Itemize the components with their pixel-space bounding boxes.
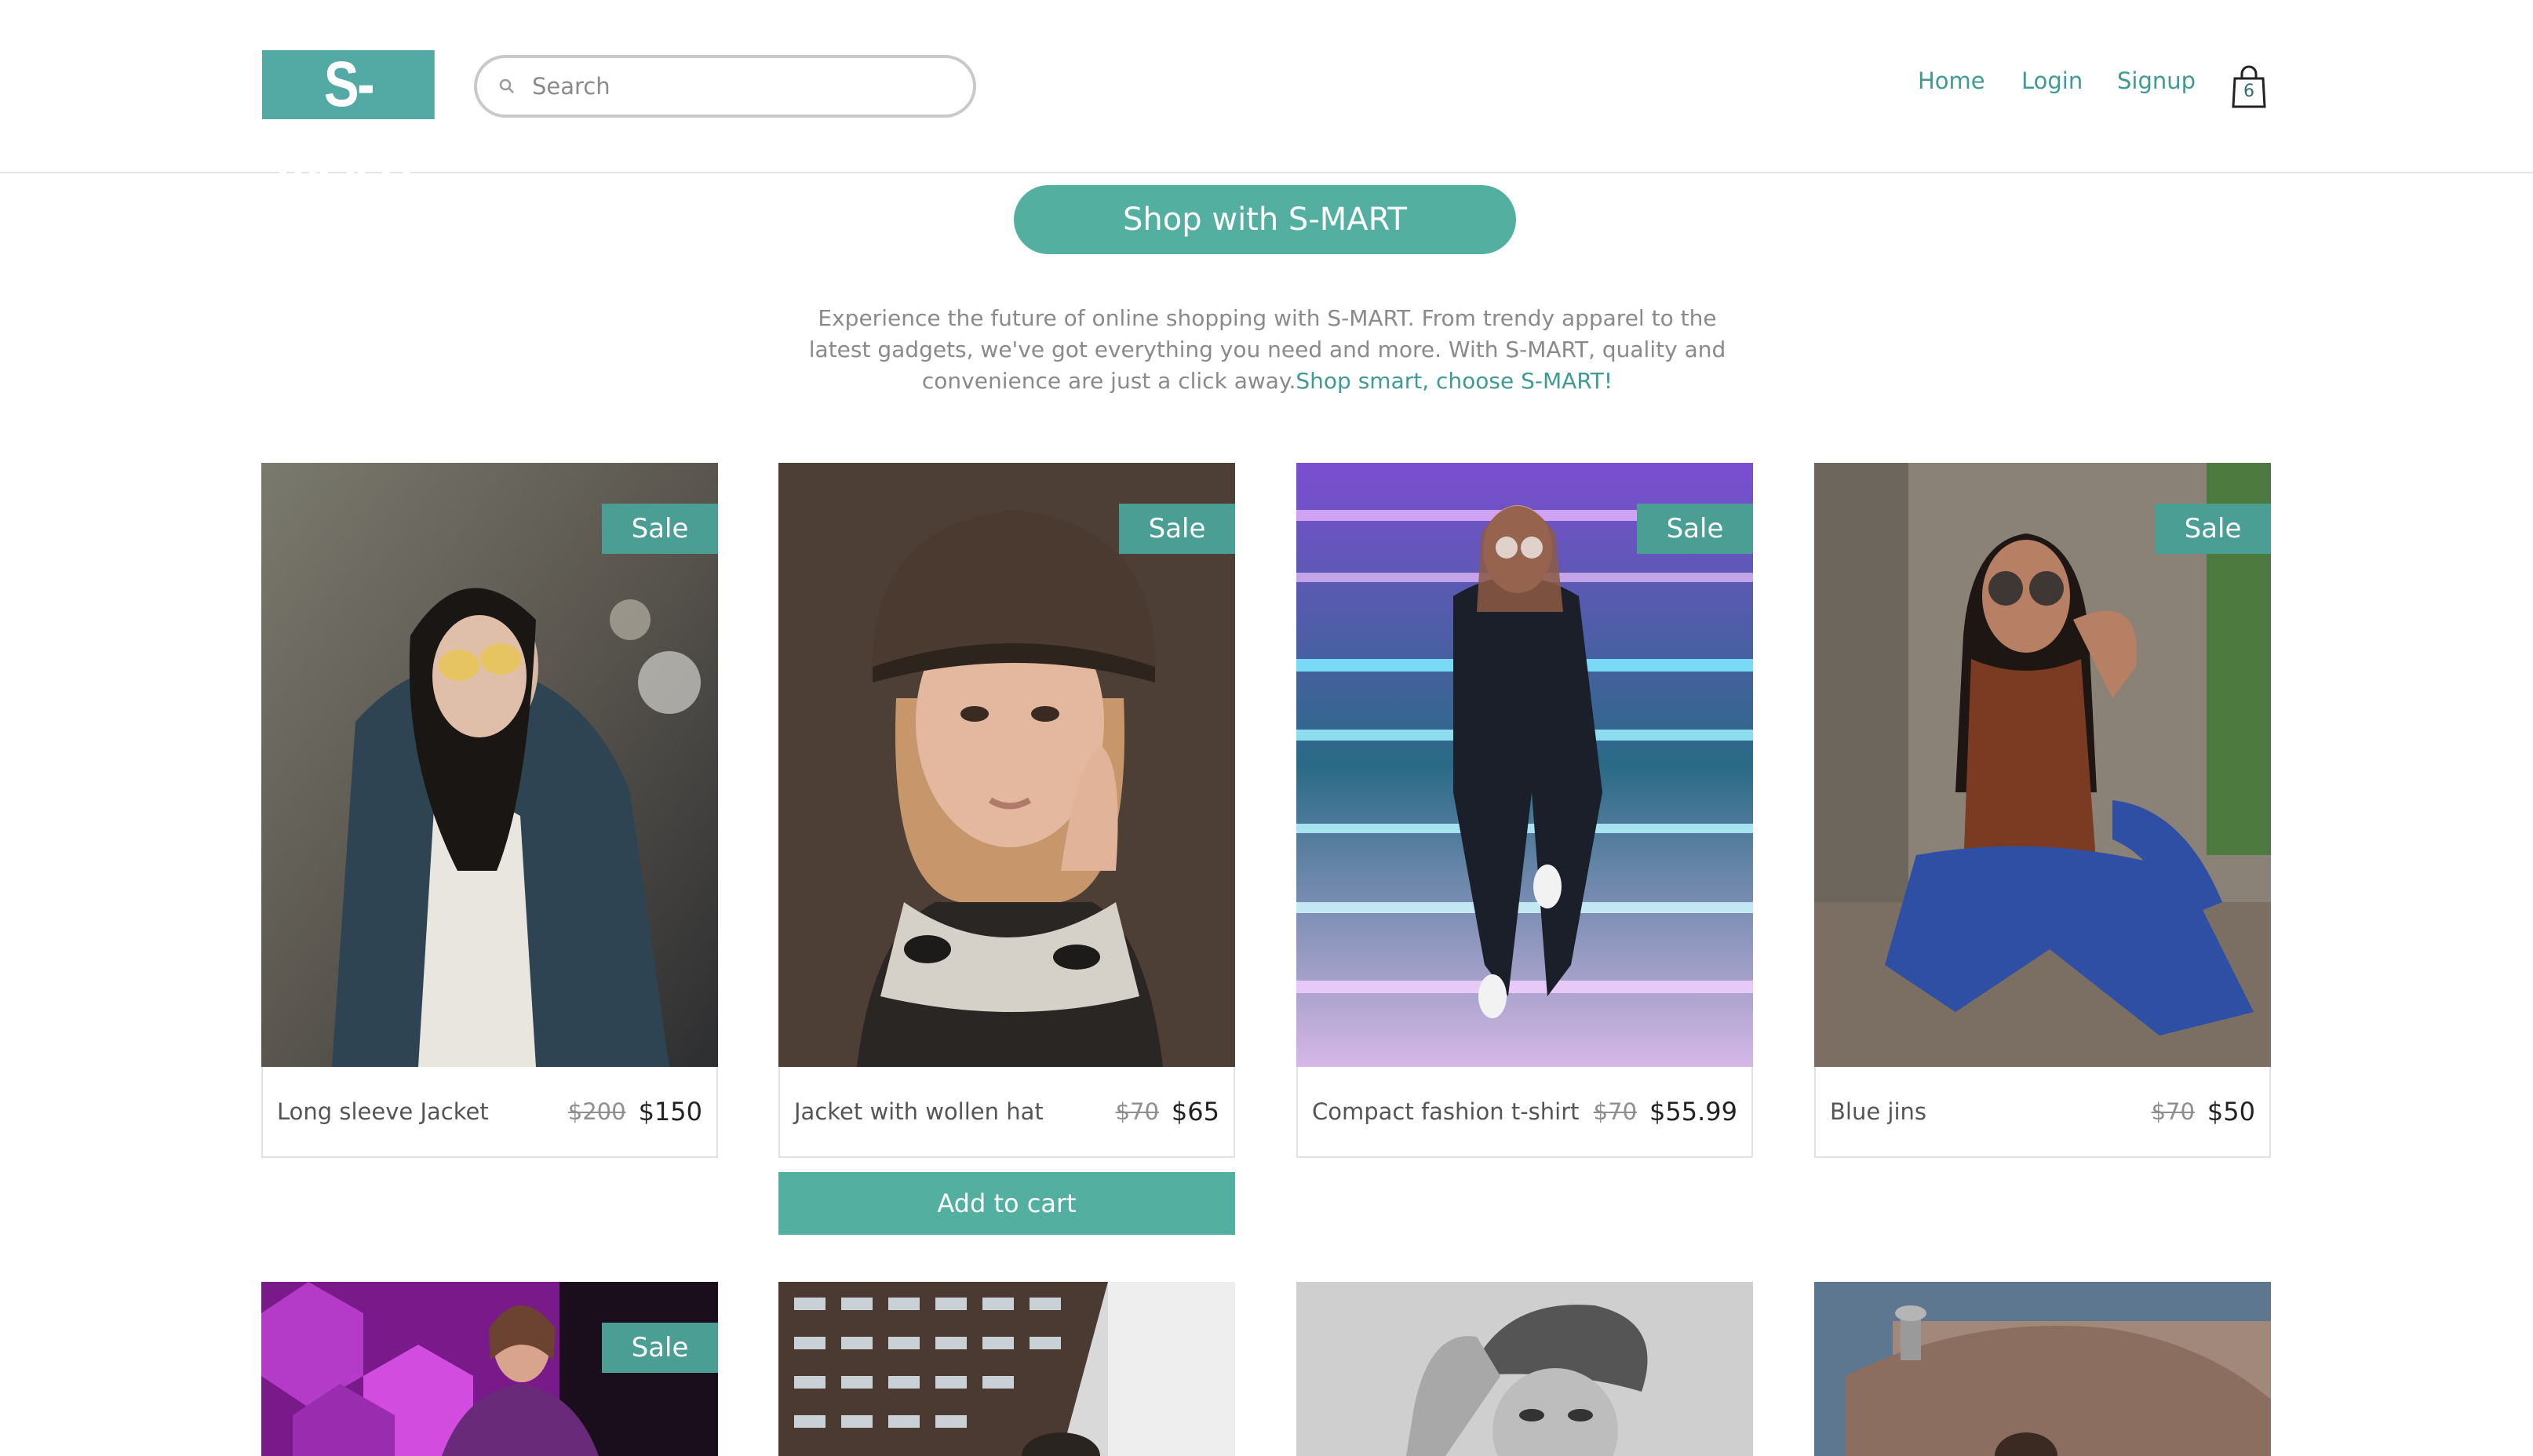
product-name: Long sleeve Jacket <box>277 1098 489 1125</box>
product-info: Compact fashion t-shirt $70 $55.99 <box>1296 1067 1753 1158</box>
product-info: Jacket with wollen hat $70 $65 <box>778 1067 1235 1158</box>
cart-count: 6 <box>2243 82 2254 101</box>
product-name: Compact fashion t-shirt <box>1312 1098 1580 1125</box>
product-image[interactable] <box>1814 1282 2271 1456</box>
nav-login[interactable]: Login <box>2021 67 2083 94</box>
product-image[interactable] <box>778 1282 1235 1456</box>
nav-signup[interactable]: Signup <box>2117 67 2196 94</box>
sale-badge: Sale <box>602 504 718 554</box>
logo[interactable]: S-MART <box>262 50 435 188</box>
product-price: $150 <box>638 1097 702 1127</box>
shop-with-smart-button[interactable]: Shop with S-MART <box>1014 185 1516 254</box>
site-header: S-MART Home Login Signup 6 <box>0 0 2533 188</box>
search-input[interactable] <box>532 73 956 100</box>
hero-description: Experience the future of online shopping… <box>800 303 1734 397</box>
product-info: Long sleeve Jacket $200 $150 <box>261 1067 718 1158</box>
hero-highlight: Shop smart, choose S-MART! <box>1296 368 1613 394</box>
cart-button[interactable]: 6 <box>2230 64 2268 110</box>
product-name: Jacket with wollen hat <box>794 1098 1044 1125</box>
product-old-price: $70 <box>1593 1098 1638 1125</box>
add-to-cart-button[interactable]: Add to cart <box>778 1172 1235 1235</box>
product-image[interactable] <box>1296 1282 1753 1456</box>
nav-home[interactable]: Home <box>1918 67 1985 94</box>
search-bar[interactable] <box>474 55 976 118</box>
product-old-price: $200 <box>567 1098 626 1125</box>
product-info: Blue jins $70 $50 <box>1814 1067 2271 1158</box>
sale-badge: Sale <box>1637 504 1753 554</box>
sale-badge: Sale <box>602 1323 718 1373</box>
sale-badge: Sale <box>1119 504 1235 554</box>
sale-badge: Sale <box>2155 504 2271 554</box>
product-price: $65 <box>1171 1097 1219 1127</box>
product-old-price: $70 <box>2151 1098 2195 1125</box>
search-icon <box>499 78 514 93</box>
product-price: $50 <box>2207 1097 2255 1127</box>
product-name: Blue jins <box>1830 1098 1926 1125</box>
product-price: $55.99 <box>1649 1097 1737 1127</box>
product-old-price: $70 <box>1115 1098 1159 1125</box>
